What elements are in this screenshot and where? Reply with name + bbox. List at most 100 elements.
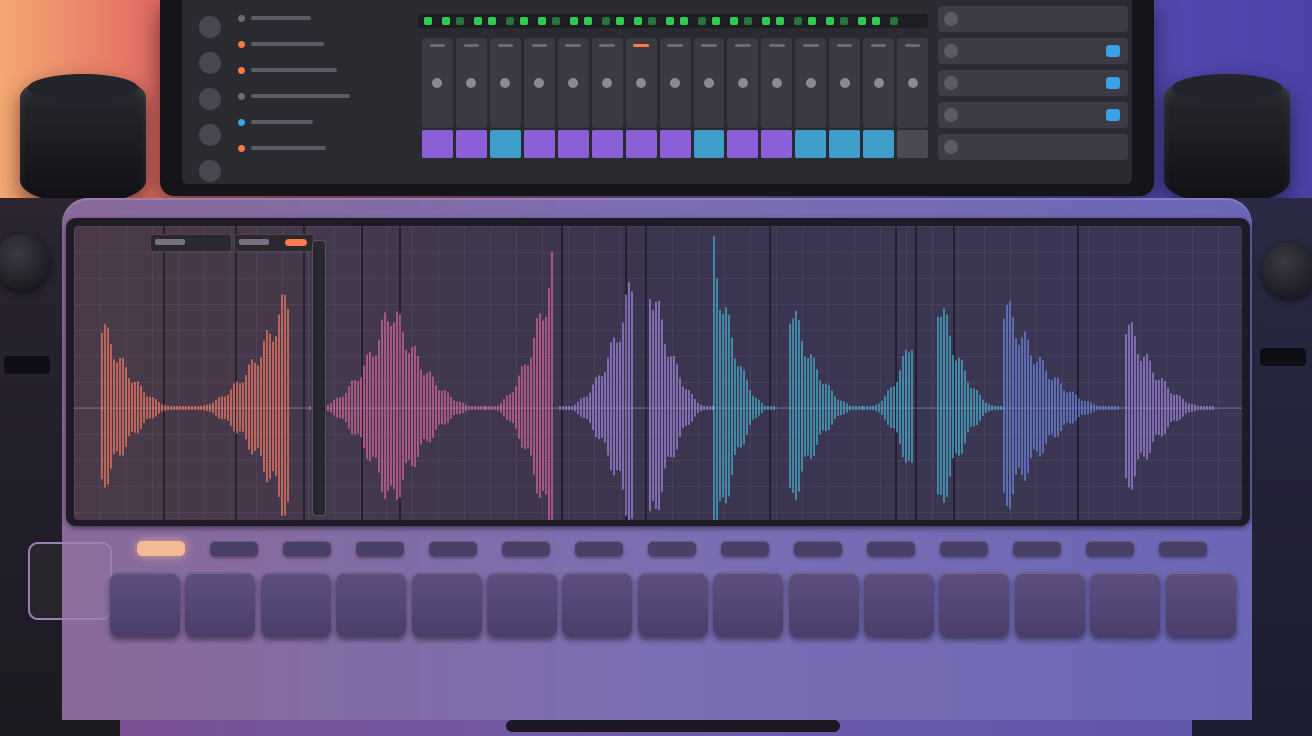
channel-knob-icon[interactable] xyxy=(500,78,511,88)
clip-slot[interactable] xyxy=(523,130,555,158)
clip-slot[interactable] xyxy=(897,130,929,158)
device-row[interactable] xyxy=(938,38,1128,64)
touchscreen[interactable] xyxy=(74,226,1242,520)
step-button[interactable] xyxy=(721,541,769,556)
mixer-channel-strip[interactable] xyxy=(727,38,759,128)
performance-pad[interactable] xyxy=(1014,572,1085,636)
performance-pad[interactable] xyxy=(788,572,859,636)
performance-pad[interactable] xyxy=(637,572,708,636)
performance-pad[interactable] xyxy=(487,572,557,636)
channel-knob-icon[interactable] xyxy=(534,78,545,88)
device-row[interactable] xyxy=(938,134,1128,160)
device-toggle-icon[interactable] xyxy=(1106,77,1120,89)
performance-pad[interactable] xyxy=(260,572,331,636)
clip-slot[interactable] xyxy=(591,130,623,158)
browser-list-item[interactable] xyxy=(238,112,406,132)
step-button[interactable] xyxy=(648,541,696,556)
clip-slot[interactable] xyxy=(455,130,487,158)
browser-list-item[interactable] xyxy=(238,60,406,80)
clip-slot[interactable] xyxy=(659,130,691,158)
performance-pad[interactable] xyxy=(185,572,256,636)
mixer-channel-strip[interactable] xyxy=(489,38,521,128)
channel-knob-icon[interactable] xyxy=(839,78,850,88)
performance-pad[interactable] xyxy=(411,572,482,636)
channel-knob-icon[interactable] xyxy=(771,78,782,88)
mixer-channel-strip[interactable] xyxy=(761,38,793,128)
browser-list-item[interactable] xyxy=(238,138,406,158)
shift-button[interactable] xyxy=(28,542,112,620)
mixer-channel-strip[interactable] xyxy=(422,38,453,128)
clip-slot[interactable] xyxy=(489,130,521,158)
channel-knob-icon[interactable] xyxy=(602,78,613,88)
step-button[interactable] xyxy=(283,541,331,556)
channel-knob-icon[interactable] xyxy=(568,78,579,88)
channel-knob-icon[interactable] xyxy=(737,78,748,88)
step-button[interactable] xyxy=(940,541,988,556)
channel-knob-icon[interactable] xyxy=(670,78,681,88)
mixer-channel-strip[interactable] xyxy=(659,38,691,128)
step-button[interactable] xyxy=(867,541,915,556)
step-button[interactable] xyxy=(137,541,185,556)
performance-pad[interactable] xyxy=(336,572,407,636)
mixer-channel-strip[interactable] xyxy=(455,38,487,128)
mixer-channel-strip[interactable] xyxy=(591,38,623,128)
performance-pad[interactable] xyxy=(110,572,180,636)
browser-list-item[interactable] xyxy=(238,86,406,106)
browser-list-item[interactable] xyxy=(238,34,406,54)
clip-slot[interactable] xyxy=(829,130,861,158)
step-button[interactable] xyxy=(356,541,404,556)
clip-slot[interactable] xyxy=(761,130,793,158)
channel-knob-icon[interactable] xyxy=(907,78,918,88)
mixer-channel-strip[interactable] xyxy=(625,38,657,128)
performance-pad[interactable] xyxy=(713,572,784,636)
channel-knob-icon[interactable] xyxy=(703,78,714,88)
device-row[interactable] xyxy=(938,102,1128,128)
channel-knob-icon[interactable] xyxy=(873,78,884,88)
mixer-channel-strip[interactable] xyxy=(693,38,725,128)
step-button[interactable] xyxy=(429,541,477,556)
folder-icon[interactable] xyxy=(199,52,221,74)
browser-list-item[interactable] xyxy=(238,8,406,28)
encoder-knob-left[interactable] xyxy=(0,234,50,290)
step-button[interactable] xyxy=(794,541,842,556)
performance-pad[interactable] xyxy=(1165,572,1236,636)
mixer-channel-strip[interactable] xyxy=(829,38,861,128)
clock-icon[interactable] xyxy=(199,88,221,110)
mixer-channel-strip[interactable] xyxy=(557,38,589,128)
channel-knob-icon[interactable] xyxy=(432,78,443,88)
track-scrollbar[interactable] xyxy=(312,240,326,516)
performance-pad[interactable] xyxy=(562,572,633,636)
file-icon[interactable] xyxy=(199,160,221,182)
mixer-icon[interactable] xyxy=(199,124,221,146)
device-row[interactable] xyxy=(938,6,1128,32)
clip-slot[interactable] xyxy=(422,130,453,158)
device-toggle-icon[interactable] xyxy=(1106,45,1120,57)
mixer-channel-strip[interactable] xyxy=(897,38,929,128)
step-button[interactable] xyxy=(1086,541,1134,556)
clip-slot[interactable] xyxy=(863,130,895,158)
step-button[interactable] xyxy=(1013,541,1061,556)
step-button[interactable] xyxy=(210,541,258,556)
mixer-channel-strip[interactable] xyxy=(795,38,827,128)
encoder-knob-right[interactable] xyxy=(1262,242,1312,298)
channel-knob-icon[interactable] xyxy=(636,78,647,88)
step-button[interactable] xyxy=(575,541,623,556)
clip-slot[interactable] xyxy=(727,130,759,158)
device-toggle-icon[interactable] xyxy=(1106,109,1120,121)
performance-pad[interactable] xyxy=(864,572,934,636)
mixer-channel-strip[interactable] xyxy=(863,38,895,128)
device-row[interactable] xyxy=(938,70,1128,96)
step-button[interactable] xyxy=(502,541,550,556)
track-header-2[interactable] xyxy=(234,234,314,252)
performance-pad[interactable] xyxy=(1090,572,1161,636)
clip-slot[interactable] xyxy=(795,130,827,158)
clip-slot[interactable] xyxy=(625,130,657,158)
track-header-1[interactable] xyxy=(150,234,232,252)
clip-slot[interactable] xyxy=(557,130,589,158)
step-button[interactable] xyxy=(1159,541,1207,556)
performance-pad[interactable] xyxy=(939,572,1010,636)
mixer-channel-strip[interactable] xyxy=(523,38,555,128)
clip-slot[interactable] xyxy=(693,130,725,158)
channel-knob-icon[interactable] xyxy=(466,78,477,88)
track-icon[interactable] xyxy=(199,16,221,38)
